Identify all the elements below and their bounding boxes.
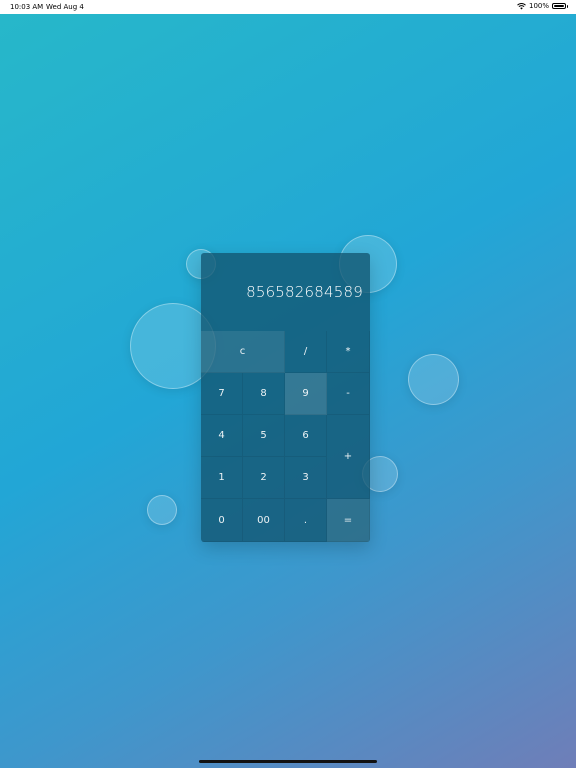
digit-2-button[interactable]: 2 — [243, 457, 285, 499]
decimal-button[interactable]: . — [285, 499, 327, 542]
battery-percent: 100% — [528, 2, 549, 10]
digit-1-button[interactable]: 1 — [201, 457, 243, 499]
divide-button[interactable]: / — [285, 331, 327, 373]
double-zero-button[interactable]: 00 — [243, 499, 285, 542]
status-date: Wed Aug 4 — [46, 3, 84, 11]
bubble-decoration — [408, 354, 459, 405]
digit-0-button[interactable]: 0 — [201, 499, 243, 542]
digit-5-button[interactable]: 5 — [243, 415, 285, 457]
digit-6-button[interactable]: 6 — [285, 415, 327, 457]
digit-9-button[interactable]: 9 — [285, 373, 327, 415]
plus-button[interactable]: + — [327, 415, 370, 499]
wifi-icon — [517, 2, 526, 9]
screen: 10:03 AM Wed Aug 4 100% 856582684589 c /… — [0, 0, 576, 768]
home-indicator[interactable] — [199, 760, 377, 763]
status-bar: 10:03 AM Wed Aug 4 100% — [0, 0, 576, 14]
digit-7-button[interactable]: 7 — [201, 373, 243, 415]
calculator-keypad: c / * 7 8 9 - 4 5 6 + 1 2 3 0 00 . = — [201, 331, 370, 542]
multiply-button[interactable]: * — [327, 331, 370, 373]
minus-button[interactable]: - — [327, 373, 370, 415]
clear-button[interactable]: c — [201, 331, 285, 373]
battery-icon — [552, 3, 568, 9]
display-value: 856582684589 — [246, 283, 363, 301]
bubble-decoration — [147, 495, 177, 525]
digit-8-button[interactable]: 8 — [243, 373, 285, 415]
digit-3-button[interactable]: 3 — [285, 457, 327, 499]
status-indicators: 100% — [517, 2, 568, 10]
digit-4-button[interactable]: 4 — [201, 415, 243, 457]
calculator: 856582684589 c / * 7 8 9 - 4 5 6 + 1 2 3… — [201, 253, 370, 542]
status-time: 10:03 AM — [10, 3, 44, 11]
calculator-display: 856582684589 — [201, 253, 370, 331]
equals-button[interactable]: = — [327, 499, 370, 542]
